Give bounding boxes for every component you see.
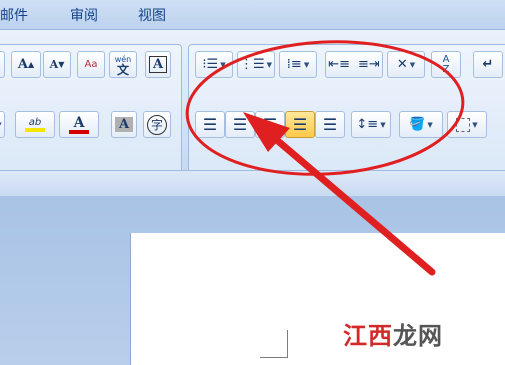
annotation-arrow-shaft	[261, 126, 436, 276]
watermark: 江西龙网	[343, 316, 443, 351]
watermark-text-grey: 龙网	[393, 322, 443, 350]
watermark-text-red: 江西	[343, 322, 393, 350]
annotation-overlay	[185, 40, 465, 276]
annotation-circle	[185, 40, 465, 176]
